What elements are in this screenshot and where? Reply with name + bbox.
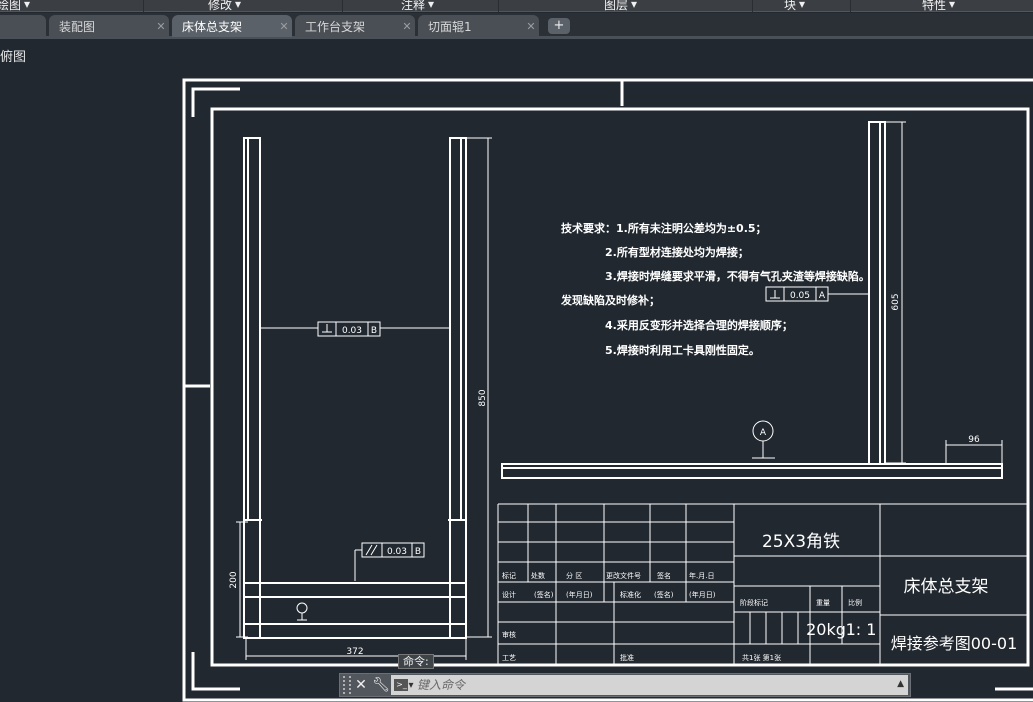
tb-process: 工艺 <box>502 654 516 662</box>
panel-separator <box>143 0 144 12</box>
command-label: 命令: <box>398 654 434 669</box>
tb-count: 处数 <box>531 571 545 580</box>
weld-symbol <box>296 602 308 614</box>
tb-sig2: (签名) <box>654 590 674 599</box>
tb-sheets: 共1张 第1张 <box>742 653 781 662</box>
tb-sig1: (签名) <box>534 590 554 599</box>
tb-zone: 分 区 <box>566 571 582 580</box>
command-prompt-icon[interactable]: >_ ▾ <box>391 676 417 694</box>
close-icon[interactable]: ✕ <box>276 20 292 33</box>
panel-layers[interactable]: 图层 ▾ <box>604 0 638 12</box>
tb-date: 年.月.日 <box>689 571 714 580</box>
note-line-5: 4.采用反变形并选择合理的焊接顺序； <box>605 318 793 332</box>
tolerance-datum-3: B <box>415 547 421 557</box>
panel-block[interactable]: 块 ▾ <box>784 0 806 12</box>
ribbon-panel-bar: 绘图 ▾ 修改 ▾ 注释 ▾ 图层 ▾ 块 ▾ 特性 ▾ <box>0 0 1033 12</box>
tolerance-datum-1: B <box>371 326 377 336</box>
note-line-6: 5.焊接时利用工卡具刚性固定。 <box>605 343 760 357</box>
note-line-2: 2.所有型材连接处均为焊接； <box>605 245 749 259</box>
dim-372: 372 <box>346 647 363 657</box>
weld-symbol-stem <box>297 613 307 621</box>
right-column <box>449 137 467 639</box>
tb-mark: 标记 <box>502 571 516 580</box>
panel-modify[interactable]: 修改 ▾ <box>208 0 242 12</box>
tb-date2: (年月日) <box>689 590 716 599</box>
dim-605: 605 <box>891 293 901 310</box>
tab-bed-frame[interactable]: 床体总支架 ✕ <box>172 15 292 37</box>
tb-approve: 批准 <box>620 653 634 662</box>
note-line-4: 发现缺陷及时修补； <box>560 293 660 307</box>
new-tab-button[interactable]: + <box>548 18 570 34</box>
command-input[interactable] <box>417 676 857 694</box>
dim-605-lines <box>885 121 906 464</box>
dim-850-lines <box>466 137 492 638</box>
dim-96: 96 <box>968 435 980 445</box>
title-weight: 20kg <box>806 620 846 639</box>
drawing-canvas[interactable]: 850 605 372 200 96 0.03 B 0.05 A 0.03 B … <box>0 40 1033 702</box>
vertical-post <box>868 121 886 465</box>
dim-850: 850 <box>478 389 488 406</box>
tb-stage: 阶段标记 <box>740 598 768 607</box>
wrench-icon[interactable]: 🔧︎ <box>371 675 391 695</box>
close-icon[interactable]: ✕ <box>399 20 415 33</box>
tb-change: 更改文件号 <box>606 571 641 580</box>
title-drawing-no: 焊接参考图00-01 <box>891 634 1018 653</box>
datum-a-stem <box>752 441 775 459</box>
tb-design: 设计 <box>502 590 516 599</box>
panel-separator <box>342 0 343 12</box>
command-line: ✕ 🔧︎ >_▾ ▲ <box>339 673 911 697</box>
close-icon[interactable]: ✕ <box>351 675 371 695</box>
close-icon[interactable]: ✕ <box>153 20 169 33</box>
tb-std: 标准化 <box>620 590 641 599</box>
file-tab-bar: 装配图 ✕ 床体总支架 ✕ 工作台支架 ✕ 切面辊1 ✕ + <box>0 13 1033 39</box>
base-rail <box>501 463 1003 479</box>
tb-review: 审核 <box>502 630 516 639</box>
title-scale: 1: 1 <box>846 620 877 639</box>
tab-workbench-frame[interactable]: 工作台支架 ✕ <box>295 15 415 37</box>
grip-handle[interactable] <box>343 676 351 694</box>
datum-a-label: A <box>760 428 767 438</box>
tab-start[interactable] <box>0 15 46 37</box>
panel-separator <box>850 0 851 12</box>
technical-notes: 技术要求：1.所有未注明公差均为±0.5； 2.所有型材连接处均为焊接； 3.焊… <box>560 221 870 357</box>
panel-separator <box>498 0 499 12</box>
chevron-down-icon: ▾ <box>631 0 638 11</box>
tb-weight: 重量 <box>816 599 830 607</box>
chevron-down-icon: ▾ <box>949 0 956 11</box>
chevron-down-icon: ▾ <box>235 0 242 11</box>
chevron-down-icon: ▾ <box>428 0 435 11</box>
outer-frame <box>182 78 1033 702</box>
tb-scale: 比例 <box>848 598 862 607</box>
tb-date1: (年月日) <box>566 590 593 599</box>
tolerance-value-2: 0.05 <box>790 291 810 301</box>
note-line-3: 3.焊接时焊缝要求平滑，不得有气孔夹渣等焊接缺陷。 <box>605 269 870 283</box>
chevron-down-icon: ▾ <box>799 0 806 11</box>
panel-separator <box>752 0 753 12</box>
tb-sign: 签名 <box>657 571 671 580</box>
panel-properties[interactable]: 特性 ▾ <box>922 0 956 12</box>
chevron-up-icon[interactable]: ▲ <box>897 679 904 689</box>
close-icon[interactable]: ✕ <box>523 20 539 33</box>
left-column <box>243 137 261 639</box>
panel-draw[interactable]: 绘图 ▾ <box>0 0 31 12</box>
title-part-name: 床体总支架 <box>904 577 989 597</box>
panel-annotate[interactable]: 注释 ▾ <box>401 0 435 12</box>
tab-cutting-roller[interactable]: 切面辊1 ✕ <box>418 15 539 37</box>
dim-200: 200 <box>229 571 239 588</box>
tab-assembly[interactable]: 装配图 ✕ <box>49 15 169 37</box>
note-line-1: 技术要求：1.所有未注明公差均为±0.5； <box>561 221 767 235</box>
title-material: 25X3角铁 <box>762 532 840 552</box>
chevron-down-icon: ▾ <box>24 0 31 11</box>
tolerance-value-3: 0.03 <box>387 547 407 557</box>
command-input-wrapper: >_▾ ▲ <box>391 675 908 695</box>
tolerance-datum-2: A <box>819 291 826 301</box>
bottom-rail-1 <box>243 582 467 598</box>
tolerance-value-1: 0.03 <box>342 326 362 336</box>
bottom-rail-2 <box>243 623 467 639</box>
